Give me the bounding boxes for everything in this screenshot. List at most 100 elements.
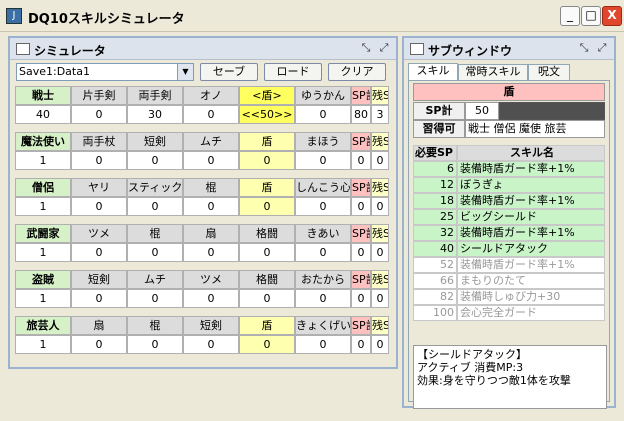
restore-icon[interactable]: ⤡: [576, 41, 592, 57]
skill-points-value[interactable]: 0: [295, 335, 351, 354]
skill-header[interactable]: 棍: [127, 224, 183, 243]
skill-header[interactable]: しんこう心: [295, 178, 351, 197]
clear-button[interactable]: クリア: [328, 63, 386, 81]
skill-header[interactable]: スティック: [127, 178, 183, 197]
skill-points-value[interactable]: 0: [239, 197, 295, 216]
tab-skill[interactable]: スキル: [408, 63, 458, 80]
skill-points-value[interactable]: 0: [127, 289, 183, 308]
skill-header[interactable]: きょくげい: [295, 316, 351, 335]
restore-icon[interactable]: ⤡: [358, 41, 374, 57]
skill-header[interactable]: きあい: [295, 224, 351, 243]
skill-header[interactable]: まほう: [295, 132, 351, 151]
save-slot-value: Save1:Data1: [19, 65, 90, 78]
skill-header[interactable]: ツメ: [183, 270, 239, 289]
level-value[interactable]: 1: [15, 151, 71, 170]
skill-points-value[interactable]: 0: [295, 151, 351, 170]
table-row[interactable]: 6 装備時盾ガード率+1%: [413, 161, 605, 177]
skill-points-value[interactable]: 0: [183, 289, 239, 308]
skill-header[interactable]: ムチ: [183, 132, 239, 151]
level-value[interactable]: 1: [15, 289, 71, 308]
level-value[interactable]: 1: [15, 197, 71, 216]
skill-points-value[interactable]: 0: [183, 151, 239, 170]
skill-header[interactable]: 両手剣: [127, 86, 183, 105]
skill-header[interactable]: 扇: [183, 224, 239, 243]
level-value[interactable]: 40: [15, 105, 71, 124]
skill-name: まもりのたて: [457, 273, 605, 289]
table-row[interactable]: 18 装備時盾ガード率+1%: [413, 193, 605, 209]
sp-total-label: SP計: [351, 224, 371, 243]
skill-header[interactable]: 棍: [183, 178, 239, 197]
skill-points-value[interactable]: 0: [239, 243, 295, 262]
simulator-frame-title[interactable]: シミュレータ ⤡ ⤢: [10, 38, 396, 60]
skill-points-value[interactable]: 0: [295, 243, 351, 262]
skill-header[interactable]: 短剣: [183, 316, 239, 335]
skill-header[interactable]: オノ: [183, 86, 239, 105]
table-row[interactable]: 100 会心完全ガード: [413, 305, 605, 321]
skill-points-value[interactable]: 0: [71, 151, 127, 170]
skill-points-value[interactable]: 0: [127, 151, 183, 170]
chevron-down-icon[interactable]: ▼: [177, 64, 193, 80]
skill-points-value[interactable]: 0: [183, 243, 239, 262]
table-row[interactable]: 52 装備時盾ガード率+1%: [413, 257, 605, 273]
table-row[interactable]: 82 装備時しゅび力+30: [413, 289, 605, 305]
skill-points-value[interactable]: 0: [295, 105, 351, 124]
skill-header[interactable]: 片手剣: [71, 86, 127, 105]
skill-points-value[interactable]: 0: [71, 335, 127, 354]
skill-header[interactable]: 盾: [239, 316, 295, 335]
skill-description: 【シールドアタック】 アクティブ 消費MP:3 効果:身を守りつつ敵1体を攻撃: [413, 345, 607, 409]
skill-points-value[interactable]: 0: [71, 243, 127, 262]
save-button[interactable]: セーブ: [200, 63, 258, 81]
skill-header[interactable]: 短剣: [127, 132, 183, 151]
skill-header[interactable]: 扇: [71, 316, 127, 335]
minimize-button[interactable]: _: [560, 6, 580, 26]
table-row[interactable]: 32 装備時盾ガード率+1%: [413, 225, 605, 241]
skill-header[interactable]: 盾: [239, 178, 295, 197]
skill-header[interactable]: おたから: [295, 270, 351, 289]
close-button[interactable]: X: [602, 6, 622, 26]
maximize-button[interactable]: □: [581, 6, 601, 26]
skill-header[interactable]: <盾>: [239, 86, 295, 105]
maximize-frame-icon[interactable]: ⤢: [594, 41, 610, 57]
skill-points-value[interactable]: 0: [127, 197, 183, 216]
level-value[interactable]: 1: [15, 243, 71, 262]
skill-points-value[interactable]: 0: [295, 289, 351, 308]
skill-points-value[interactable]: 0: [239, 335, 295, 354]
table-row[interactable]: 12 ぼうぎょ: [413, 177, 605, 193]
skill-header[interactable]: ヤリ: [71, 178, 127, 197]
skill-header[interactable]: 短剣: [71, 270, 127, 289]
skill-header[interactable]: 格闘: [239, 224, 295, 243]
skill-points-value[interactable]: 0: [183, 335, 239, 354]
skill-points-value[interactable]: 30: [127, 105, 183, 124]
subwindow-frame-title[interactable]: サブウィンドウ ⤡ ⤢: [404, 38, 614, 60]
skill-table-header: 必要SP スキル名: [413, 145, 605, 161]
skill-points-value[interactable]: 0: [239, 289, 295, 308]
table-row[interactable]: 25 ビッグシールド: [413, 209, 605, 225]
skill-header[interactable]: 盾: [239, 132, 295, 151]
skill-header[interactable]: 格闘: [239, 270, 295, 289]
skill-points-value[interactable]: <<50>>: [239, 105, 295, 124]
skill-points-value[interactable]: 0: [295, 197, 351, 216]
skill-points-value[interactable]: 0: [183, 197, 239, 216]
level-value[interactable]: 1: [15, 335, 71, 354]
skill-points-value[interactable]: 0: [71, 105, 127, 124]
tab-passive-skill[interactable]: 常時スキル: [458, 64, 528, 80]
skill-header[interactable]: ムチ: [127, 270, 183, 289]
save-slot-select[interactable]: Save1:Data1 ▼: [16, 63, 194, 81]
title-bar[interactable]: J DQ10スキルシミュレータ _ □ X: [0, 0, 624, 32]
maximize-frame-icon[interactable]: ⤢: [376, 41, 392, 57]
table-row[interactable]: 66 まもりのたて: [413, 273, 605, 289]
skill-points-value[interactable]: 0: [127, 243, 183, 262]
skill-points-value[interactable]: 0: [183, 105, 239, 124]
load-button[interactable]: ロード: [264, 63, 322, 81]
skill-header[interactable]: 棍: [127, 316, 183, 335]
tab-spell[interactable]: 呪文: [528, 64, 570, 80]
skill-points-value[interactable]: 0: [71, 197, 127, 216]
skill-points-value[interactable]: 0: [127, 335, 183, 354]
sp-remain-label: 残SP: [371, 178, 389, 197]
skill-points-value[interactable]: 0: [239, 151, 295, 170]
skill-header[interactable]: 両手杖: [71, 132, 127, 151]
table-row[interactable]: 40 シールドアタック: [413, 241, 605, 257]
skill-header[interactable]: ゆうかん: [295, 86, 351, 105]
skill-header[interactable]: ツメ: [71, 224, 127, 243]
skill-points-value[interactable]: 0: [71, 289, 127, 308]
